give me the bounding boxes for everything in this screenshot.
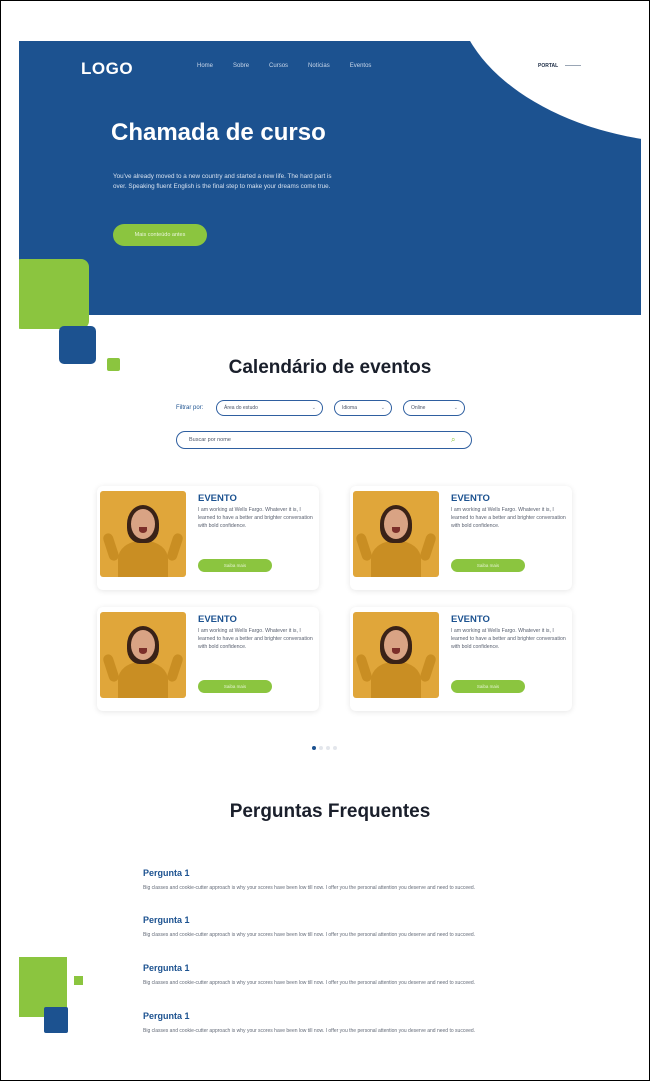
carousel-pagination [312, 746, 337, 750]
event-card: EVENTO I am working at Wells Fargo. What… [350, 607, 572, 711]
nav-link-noticias[interactable]: Notícias [308, 63, 330, 69]
event-title: EVENTO [451, 614, 490, 625]
hero-curve-decoration [438, 41, 641, 169]
chevron-down-icon: ⌄ [380, 405, 385, 411]
chevron-down-icon: ⌄ [311, 405, 316, 411]
event-photo [353, 491, 439, 577]
event-card: EVENTO I am working at Wells Fargo. What… [97, 486, 319, 590]
decor-square-green-small [74, 976, 83, 985]
event-text: I am working at Wells Fargo. Whatever it… [198, 507, 313, 529]
filter-select-idioma[interactable]: Idioma ⌄ [334, 400, 392, 416]
event-photo [100, 491, 186, 577]
filter-select-online[interactable]: Online ⌄ [403, 400, 465, 416]
nav-link-eventos[interactable]: Eventos [350, 63, 372, 69]
event-more-button[interactable]: Saiba mais [451, 559, 525, 572]
hero-banner: LOGO Home Sobre Cursos Notícias Eventos … [19, 41, 641, 315]
site-logo[interactable]: LOGO [81, 59, 133, 79]
hero-description: You've already moved to a new country an… [113, 173, 332, 191]
decor-square-blue [44, 1007, 68, 1033]
search-input[interactable]: Buscar por nome ⌕ [176, 431, 472, 449]
event-more-button[interactable]: Saiba mais [451, 680, 525, 693]
event-card: EVENTO I am working at Wells Fargo. What… [350, 486, 572, 590]
filter-label: Filtrar por: [176, 405, 204, 411]
event-text: I am working at Wells Fargo. Whatever it… [451, 507, 566, 529]
hero-cta-button[interactable]: Mais conteúdo antes [113, 224, 207, 246]
select-value: Área do estudo [224, 405, 258, 411]
faq-title: Perguntas Frequentes [229, 801, 431, 822]
event-text: I am working at Wells Fargo. Whatever it… [198, 628, 313, 650]
faq-item[interactable]: Pergunta 1 Big classes and cookie-cutter… [143, 1011, 493, 1035]
carousel-dot[interactable] [326, 746, 330, 750]
faq-question[interactable]: Pergunta 1 [143, 868, 493, 878]
faq-question[interactable]: Pergunta 1 [143, 915, 493, 925]
event-title: EVENTO [198, 614, 237, 625]
faq-item[interactable]: Pergunta 1 Big classes and cookie-cutter… [143, 868, 493, 892]
filter-select-area[interactable]: Área do estudo ⌄ [216, 400, 323, 416]
web-page: LOGO Home Sobre Cursos Notícias Eventos … [19, 41, 641, 1061]
event-title: EVENTO [198, 493, 237, 504]
search-placeholder: Buscar por nome [189, 437, 231, 443]
faq-answer: Big classes and cookie-cutter approach i… [143, 980, 476, 986]
event-more-button[interactable]: Saiba mais [198, 559, 272, 572]
calendar-title: Calendário de eventos [228, 357, 432, 378]
faq-item[interactable]: Pergunta 1 Big classes and cookie-cutter… [143, 915, 493, 939]
faq-answer: Big classes and cookie-cutter approach i… [143, 1028, 476, 1034]
faq-answer: Big classes and cookie-cutter approach i… [143, 932, 476, 938]
event-photo [353, 612, 439, 698]
event-text: I am working at Wells Fargo. Whatever it… [451, 628, 566, 650]
select-value: Online [411, 405, 426, 411]
nav-link-sobre[interactable]: Sobre [233, 63, 249, 69]
faq-item[interactable]: Pergunta 1 Big classes and cookie-cutter… [143, 963, 493, 987]
faq-answer: Big classes and cookie-cutter approach i… [143, 885, 476, 891]
decor-square-green [19, 259, 89, 329]
faq-question[interactable]: Pergunta 1 [143, 1011, 493, 1021]
event-title: EVENTO [451, 493, 490, 504]
carousel-dot-active[interactable] [312, 746, 316, 750]
nav-link-home[interactable]: Home [197, 63, 213, 69]
chevron-down-icon: ⌄ [453, 405, 458, 411]
search-icon[interactable]: ⌕ [451, 435, 461, 445]
faq-question[interactable]: Pergunta 1 [143, 963, 493, 973]
select-value: Idioma [342, 405, 358, 411]
carousel-dot[interactable] [319, 746, 323, 750]
portal-link[interactable]: PORTAL [538, 63, 558, 69]
hero-title: Chamada de curso [111, 119, 326, 146]
main-nav: Home Sobre Cursos Notícias Eventos [197, 63, 371, 69]
nav-link-cursos[interactable]: Cursos [269, 63, 288, 69]
event-photo [100, 612, 186, 698]
event-more-button[interactable]: Saiba mais [198, 680, 272, 693]
event-card: EVENTO I am working at Wells Fargo. What… [97, 607, 319, 711]
portal-underline [565, 65, 581, 66]
carousel-dot[interactable] [333, 746, 337, 750]
